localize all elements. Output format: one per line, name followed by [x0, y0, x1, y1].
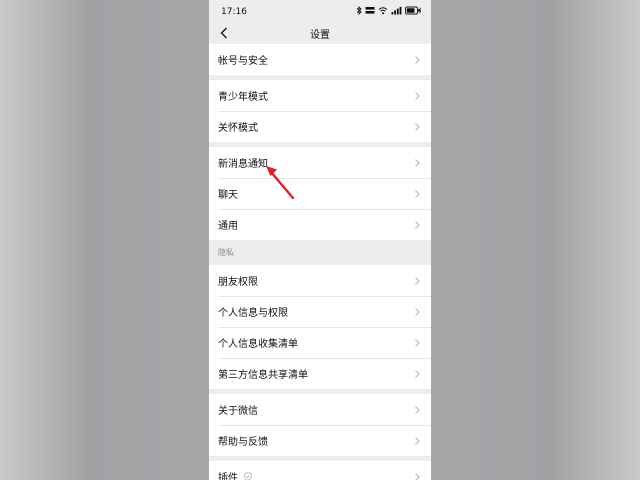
chevron-right-icon: [415, 55, 420, 64]
settings-item-label: 通用: [218, 221, 238, 232]
chevron-right-icon: [415, 189, 420, 198]
settings-item-help-feedback[interactable]: 帮助与反馈: [209, 425, 431, 456]
chevron-right-icon: [415, 436, 420, 445]
settings-item-label: 个人信息与权限: [218, 308, 288, 319]
status-time: 17:16: [221, 7, 247, 17]
chevron-right-icon: [415, 307, 420, 316]
settings-item-plugins[interactable]: 插件: [209, 461, 431, 480]
status-bar: 17:16: [209, 0, 431, 22]
chevron-right-icon: [415, 158, 420, 167]
settings-item-label: 关于微信: [218, 406, 258, 417]
section-header-privacy: 隐私: [218, 248, 234, 257]
settings-item-care-mode[interactable]: 关怀模式: [209, 111, 431, 142]
account-group: 帐号与安全: [209, 44, 431, 75]
bluetooth-icon: [356, 6, 362, 15]
chevron-right-icon: [415, 220, 420, 229]
settings-item-third-party-sharing[interactable]: 第三方信息共享清单: [209, 358, 431, 389]
settings-item-chat[interactable]: 聊天: [209, 178, 431, 209]
settings-item-label: 朋友权限: [218, 277, 258, 288]
chevron-right-icon: [415, 122, 420, 131]
chevron-right-icon: [415, 472, 420, 480]
shield-icon: [244, 472, 252, 480]
settings-item-personal-info-permissions[interactable]: 个人信息与权限: [209, 296, 431, 327]
settings-item-label: 第三方信息共享清单: [218, 370, 308, 381]
phone-screen: 17:16 设置 帐号与安全 青少年模式 关怀模式 新消息通知 聊天 通用 隐私…: [209, 0, 431, 480]
settings-item-account-security[interactable]: 帐号与安全: [209, 44, 431, 75]
status-icons: [356, 6, 421, 15]
chevron-right-icon: [415, 91, 420, 100]
chevron-right-icon: [415, 405, 420, 414]
chevron-right-icon: [415, 369, 420, 378]
plugins-group: 插件: [209, 461, 431, 480]
settings-item-friend-permissions[interactable]: 朋友权限: [209, 265, 431, 296]
settings-item-teen-mode[interactable]: 青少年模式: [209, 80, 431, 111]
settings-item-general[interactable]: 通用: [209, 209, 431, 240]
settings-item-label: 插件: [218, 473, 238, 480]
settings-item-label: 关怀模式: [218, 123, 258, 134]
settings-item-label: 新消息通知: [218, 159, 268, 170]
settings-item-about-wechat[interactable]: 关于微信: [209, 394, 431, 425]
chevron-right-icon: [415, 276, 420, 285]
settings-item-new-message-notifications[interactable]: 新消息通知: [209, 147, 431, 178]
chevron-right-icon: [415, 338, 420, 347]
privacy-group: 朋友权限 个人信息与权限 个人信息收集清单 第三方信息共享清单: [209, 265, 431, 389]
settings-item-label: 聊天: [218, 190, 238, 201]
page-title: 设置: [310, 30, 330, 41]
settings-item-label: 个人信息收集清单: [218, 339, 298, 350]
about-group: 关于微信 帮助与反馈: [209, 394, 431, 456]
wifi-icon: [378, 7, 388, 15]
settings-item-label: 帐号与安全: [218, 56, 268, 67]
mode-group: 青少年模式 关怀模式: [209, 80, 431, 142]
network-speed-icon: [365, 7, 375, 14]
settings-item-label: 帮助与反馈: [218, 437, 268, 448]
settings-item-label: 青少年模式: [218, 92, 268, 103]
settings-item-personal-info-collection[interactable]: 个人信息收集清单: [209, 327, 431, 358]
signal-icon: [391, 6, 402, 15]
general-group: 新消息通知 聊天 通用: [209, 147, 431, 240]
battery-icon: [405, 6, 421, 15]
settings-list: 帐号与安全 青少年模式 关怀模式 新消息通知 聊天 通用 隐私 朋友权限 个人信…: [209, 44, 431, 480]
nav-bar: 设置: [209, 22, 431, 44]
